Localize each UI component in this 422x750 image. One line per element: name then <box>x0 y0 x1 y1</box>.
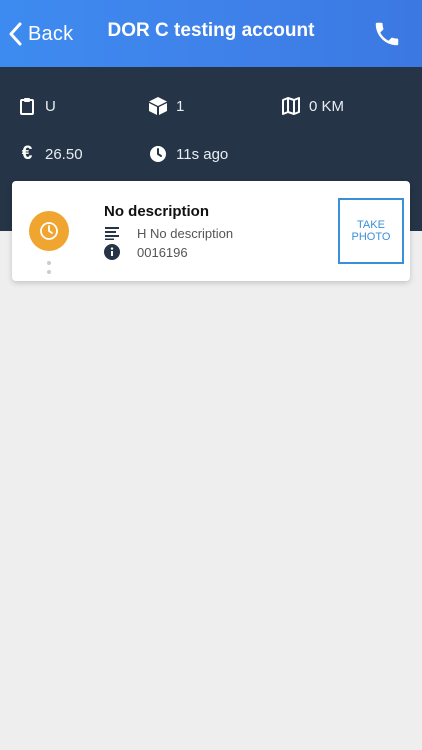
task-reference-row: 0016196 <box>104 244 188 260</box>
stat-status-value: U <box>45 97 56 115</box>
phone-icon <box>375 22 399 46</box>
task-description-row: H No description <box>104 225 233 241</box>
take-photo-label: TAKE PHOTO <box>351 219 391 243</box>
back-label: Back <box>28 22 74 45</box>
stat-updated: 11s ago <box>148 144 228 164</box>
info-icon <box>104 244 120 260</box>
page-title: DOR C testing account <box>107 20 315 41</box>
euro-icon: € <box>21 143 33 164</box>
stat-status: U <box>17 96 56 116</box>
text-lines-icon <box>104 225 120 241</box>
task-description: H No description <box>137 225 234 241</box>
back-button[interactable]: Back <box>8 18 73 50</box>
stat-packages: 1 <box>148 96 184 116</box>
stat-packages-value: 1 <box>176 97 185 115</box>
chevron-left-icon <box>9 22 22 46</box>
task-status-indicator <box>29 211 69 251</box>
header-bar: Back DOR C testing account <box>0 0 422 67</box>
stat-price: € 26.50 <box>17 143 83 164</box>
clipboard-icon <box>17 96 37 116</box>
clock-icon <box>148 144 168 164</box>
take-photo-button[interactable]: TAKE PHOTO <box>338 198 404 264</box>
stat-updated-value: 11s ago <box>176 145 229 163</box>
stat-distance: 0 KM <box>281 96 344 116</box>
task-title: No description <box>104 203 210 220</box>
clock-icon <box>40 222 58 240</box>
timeline-connector <box>47 261 51 279</box>
map-icon <box>281 96 301 116</box>
call-button[interactable] <box>372 19 402 49</box>
stat-distance-value: 0 KM <box>309 97 345 115</box>
stat-price-value: 26.50 <box>45 145 83 163</box>
task-reference: 0016196 <box>137 244 188 260</box>
box-icon <box>148 96 168 116</box>
task-card[interactable]: No description H No description 0016196 … <box>12 181 410 281</box>
